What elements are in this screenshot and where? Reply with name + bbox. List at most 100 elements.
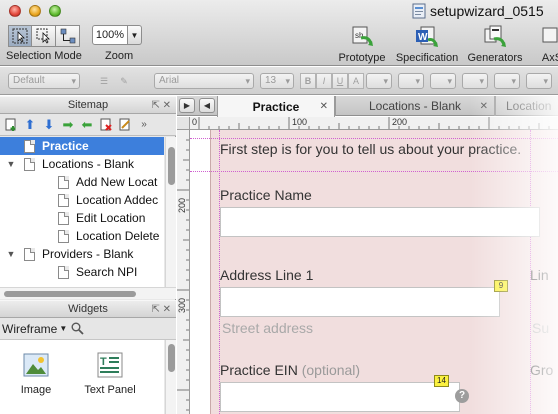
specification-button[interactable]: W Specification: [396, 24, 458, 64]
zoom-control[interactable]: 100% ▼: [92, 25, 142, 45]
line-style-select[interactable]: [494, 73, 520, 89]
widget-label: Text Panel: [84, 384, 136, 396]
widget-image[interactable]: Image: [6, 352, 66, 396]
add-page-icon[interactable]: [4, 118, 18, 132]
font-select[interactable]: Arial: [154, 73, 254, 89]
connector-mode-button[interactable]: [56, 25, 80, 47]
page-icon: [58, 193, 69, 207]
outdent-icon[interactable]: ⬅: [80, 117, 94, 132]
generators-button[interactable]: Generators: [467, 24, 523, 64]
tab-locations-blank[interactable]: Locations - Blank ✕: [335, 96, 495, 116]
practice-ein-label[interactable]: Practice EIN (optional): [220, 362, 360, 378]
select-contained-button[interactable]: [32, 25, 56, 47]
sitemap-item-search-npi[interactable]: Search NPI: [0, 263, 164, 281]
close-icon[interactable]: ✕: [320, 101, 328, 112]
brush-icon[interactable]: ✎: [116, 73, 132, 89]
sitemap-item-edit-location[interactable]: Edit Location: [0, 209, 164, 227]
cursor-select-icon: [12, 28, 28, 44]
move-down-icon[interactable]: ⬇: [42, 117, 56, 132]
practice-name-label[interactable]: Practice Name: [220, 187, 312, 203]
axshare-button[interactable]: AxS: [534, 24, 558, 64]
italic-icon[interactable]: I: [316, 73, 332, 89]
arrow-style-select[interactable]: [526, 73, 552, 89]
chevron-down-icon[interactable]: ▼: [59, 324, 67, 333]
interaction-badge[interactable]: 14: [434, 375, 449, 387]
disclosure-triangle-icon[interactable]: ▼: [6, 249, 16, 259]
practice-name-field[interactable]: [220, 207, 540, 237]
design-canvas[interactable]: First step is for you to tell us about y…: [190, 130, 558, 414]
sitemap-item-add-new-location[interactable]: Add New Locat: [0, 173, 164, 191]
sitemap-item-location-added[interactable]: Location Addec: [0, 191, 164, 209]
widget-text-panel[interactable]: T Text Panel: [80, 352, 140, 396]
interaction-badge[interactable]: 9: [494, 280, 508, 292]
page-icon: [58, 175, 69, 189]
sitemap-item-practice[interactable]: Practice: [0, 137, 164, 155]
vertical-ruler: 200 300: [177, 117, 190, 414]
scroll-thumb[interactable]: [168, 147, 175, 185]
tab-location[interactable]: Location: [495, 96, 558, 116]
ruler-label: 300: [177, 297, 187, 313]
clipped-label[interactable]: Gro: [530, 362, 553, 378]
search-icon[interactable]: [71, 322, 84, 335]
align-select[interactable]: [366, 73, 392, 89]
sitemap-item-providers-blank[interactable]: ▼ Providers - Blank: [0, 245, 164, 263]
close-window-button[interactable]: [9, 5, 21, 17]
guide-line[interactable]: [190, 171, 558, 172]
widgets-vertical-scrollbar[interactable]: [165, 340, 176, 414]
zoom-window-button[interactable]: [49, 5, 61, 17]
line-weight-select[interactable]: [462, 73, 488, 89]
tab-practice[interactable]: Practice ✕: [217, 96, 335, 117]
sitemap-header: Sitemap ⇱ ✕: [0, 96, 176, 114]
horizontal-ruler: 0 100 200: [189, 117, 558, 130]
prototype-button[interactable]: sh Prototype: [338, 24, 386, 64]
help-icon[interactable]: ?: [455, 389, 469, 403]
window-toolbar: setupwizard_0515 Selection Mode 100% ▼ Z…: [0, 0, 558, 66]
address-line-1-label[interactable]: Address Line 1: [220, 267, 313, 283]
widget-library-select[interactable]: Wireframe: [2, 322, 57, 336]
zoom-value[interactable]: 100%: [92, 25, 128, 45]
ruler-label: 200: [392, 117, 408, 127]
intro-text[interactable]: First step is for you to tell us about y…: [220, 141, 521, 157]
clipped-hint[interactable]: Su: [532, 320, 549, 336]
selection-mode-group: [8, 25, 80, 47]
style-select[interactable]: Default: [8, 73, 80, 89]
guide-line[interactable]: [190, 138, 558, 139]
address-line-1-field[interactable]: [220, 287, 500, 317]
delete-page-icon[interactable]: [99, 118, 113, 132]
fill-color-select[interactable]: [398, 73, 424, 89]
select-intersected-button[interactable]: [8, 25, 32, 47]
sitemap-item-label: Practice: [42, 139, 89, 153]
chevron-down-icon[interactable]: ▼: [128, 25, 142, 45]
panel-controls-icon[interactable]: ⇱ ✕: [151, 301, 171, 318]
underline-icon[interactable]: U: [332, 73, 348, 89]
text-color-icon[interactable]: A: [348, 73, 364, 89]
tab-scroll-left-icon[interactable]: ◀: [199, 98, 215, 113]
sitemap-vertical-scrollbar[interactable]: [165, 137, 176, 287]
page-properties-icon[interactable]: [118, 118, 132, 132]
scroll-thumb[interactable]: [168, 344, 175, 372]
selection-mode-caption: Selection Mode: [6, 50, 82, 62]
more-chevron-icon[interactable]: »: [137, 118, 151, 132]
style-list-icon[interactable]: ☰: [96, 73, 112, 89]
panel-controls-icon[interactable]: ⇱ ✕: [151, 97, 171, 114]
street-address-hint[interactable]: Street address: [222, 320, 313, 336]
sitemap-item-location-deleted[interactable]: Location Delete: [0, 227, 164, 245]
move-up-icon[interactable]: ⬆: [23, 117, 37, 132]
line-color-select[interactable]: [430, 73, 456, 89]
page-icon: [58, 211, 69, 225]
document-icon: [412, 3, 426, 19]
minimize-window-button[interactable]: [29, 5, 41, 17]
indent-icon[interactable]: ➡: [61, 117, 75, 132]
bold-icon[interactable]: B: [300, 73, 316, 89]
font-size-select[interactable]: 13: [260, 73, 294, 89]
tab-scroll-right-icon[interactable]: ▶: [179, 98, 195, 113]
practice-ein-field[interactable]: [220, 382, 460, 412]
sitemap-item-locations-blank[interactable]: ▼ Locations - Blank: [0, 155, 164, 173]
sitemap-horizontal-scrollbar[interactable]: [0, 287, 176, 299]
ruler-ticks: [177, 139, 189, 411]
disclosure-triangle-icon[interactable]: ▼: [6, 159, 16, 169]
scroll-thumb[interactable]: [4, 291, 136, 297]
clipped-label[interactable]: Lin: [530, 267, 549, 283]
close-icon[interactable]: ✕: [480, 101, 488, 112]
sitemap-item-label: Location Delete: [76, 229, 160, 243]
